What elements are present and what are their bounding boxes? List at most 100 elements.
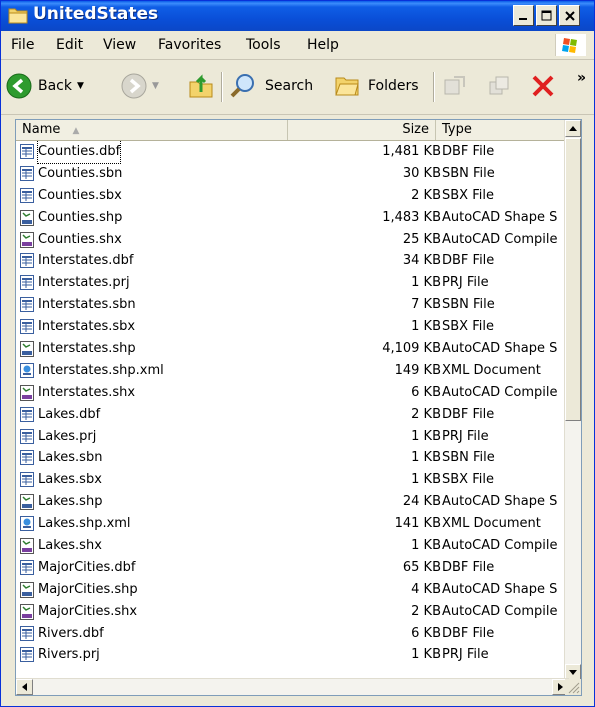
chevron-down-icon: ▼ [152,81,159,91]
file-row[interactable]: MajorCities.shp 4 KB AutoCAD Shape S [16,579,569,601]
file-row[interactable]: Interstates.prj 1 KB PRJ File [16,272,569,294]
file-size: 1 KB [411,428,441,444]
file-row[interactable]: MajorCities.shx 2 KB AutoCAD Compile [16,601,569,623]
menu-tools[interactable]: Tools [246,37,281,53]
sort-ascending-icon: ▲ [72,126,80,136]
file-type: SBN File [442,297,495,313]
file-type: PRJ File [442,275,489,291]
file-row[interactable]: Lakes.dbf 2 KB DBF File [16,404,569,426]
file-name: Lakes.sbn [38,450,103,466]
column-header-size[interactable]: Size [288,120,436,140]
file-size: 1 KB [411,319,441,335]
resize-grip-icon[interactable] [565,679,581,695]
vertical-scrollbar[interactable] [564,120,581,681]
maximize-button[interactable] [536,5,557,26]
file-type: SBX File [442,472,494,488]
file-row[interactable]: Lakes.shp.xml 141 KB XML Document [16,513,569,535]
toolbar-overflow-button[interactable]: » [577,70,586,86]
search-button[interactable]: Search [229,71,313,101]
forward-button[interactable]: ▼ [121,71,159,101]
chevron-down-icon: ▼ [77,81,84,91]
menu-view[interactable]: View [103,37,136,53]
file-row[interactable]: Lakes.shx 1 KB AutoCAD Compile [16,535,569,557]
file-name: Interstates.shp.xml [38,362,164,378]
scroll-up-button[interactable] [565,120,581,137]
horizontal-scrollbar[interactable] [16,678,569,695]
copy-to-button[interactable] [487,71,513,101]
file-row[interactable]: Lakes.sbx 1 KB SBX File [16,469,569,491]
delete-button[interactable] [530,71,556,101]
file-row[interactable]: Lakes.prj 1 KB PRJ File [16,426,569,448]
back-button[interactable]: Back ▼ [6,71,84,101]
file-row[interactable]: Counties.dbf 1,481 KB DBF File [16,141,569,164]
file-row[interactable]: Interstates.dbf 34 KB DBF File [16,250,569,272]
file-type: PRJ File [442,647,489,663]
file-row[interactable]: Counties.sbn 30 KB SBN File [16,163,569,185]
menu-bar: File Edit View Favorites Tools Help [1,31,594,60]
file-type: AutoCAD Shape S [442,581,558,597]
minimize-button[interactable] [513,5,534,26]
scrollbar-thumb[interactable] [565,138,581,421]
folders-button[interactable]: Folders [334,71,419,101]
file-row[interactable]: Rivers.dbf 6 KB DBF File [16,623,569,645]
file-row[interactable]: Lakes.shp 24 KB AutoCAD Shape S [16,491,569,513]
search-label: Search [265,78,314,94]
file-name: Interstates.shx [38,384,136,400]
close-button[interactable] [559,5,580,26]
file-name: Lakes.shp.xml [38,516,131,532]
file-row[interactable]: Interstates.sbx 1 KB SBX File [16,316,569,338]
file-row[interactable]: Counties.shx 25 KB AutoCAD Compile [16,229,569,251]
file-row[interactable]: Interstates.shp 4,109 KB AutoCAD Shape S [16,338,569,360]
file-name: Interstates.sbx [38,319,136,335]
file-name: Lakes.prj [38,428,97,444]
menu-help[interactable]: Help [307,37,339,53]
file-list-view[interactable]: Name ▲ Size Type Counties.dbf 1,481 KB DBF… [15,119,582,696]
column-type-label: Type [442,122,472,137]
file-type: AutoCAD Compile [442,384,558,400]
file-row[interactable]: Lakes.sbn 1 KB SBN File [16,447,569,469]
file-name: Interstates.prj [38,275,130,291]
up-folder-button[interactable] [187,71,215,101]
file-size: 6 KB [411,384,441,400]
file-size: 65 KB [402,559,441,575]
column-header: Name ▲ Size Type [16,120,569,141]
file-name: Counties.dbf [36,141,122,164]
file-size: 2 KB [411,187,441,203]
copy-to-icon [489,76,509,95]
file-type: AutoCAD Shape S [442,341,558,357]
move-to-button[interactable] [442,71,468,101]
file-row[interactable]: Counties.sbx 2 KB SBX File [16,185,569,207]
title-bar[interactable]: UnitedStates [1,1,594,31]
menu-edit[interactable]: Edit [56,37,83,53]
column-size-label: Size [402,122,429,137]
file-row[interactable]: Interstates.shx 6 KB AutoCAD Compile [16,382,569,404]
menu-file[interactable]: File [11,37,34,53]
column-header-name[interactable]: Name ▲ [16,120,288,140]
file-size: 2 KB [411,406,441,422]
file-name: Lakes.shx [38,538,102,554]
file-row[interactable]: Counties.shp 1,483 KB AutoCAD Shape S [16,207,569,229]
file-row[interactable]: Rivers.prj 1 KB PRJ File [16,644,569,666]
menu-favorites[interactable]: Favorites [158,37,221,53]
file-row[interactable]: Interstates.sbn 7 KB SBN File [16,294,569,316]
file-type: XML Document [442,516,541,532]
file-size: 1 KB [411,538,441,554]
file-type: DBF File [442,406,495,422]
toolbar-separator [221,72,223,102]
file-name: Interstates.sbn [38,297,136,313]
file-type: DBF File [442,144,495,159]
folders-label: Folders [368,78,419,94]
file-size: 25 KB [402,231,441,247]
scroll-left-button[interactable] [16,679,33,695]
toolbar: Back ▼ ▼ Search Folders » [1,60,594,115]
file-name: Lakes.sbx [38,472,102,488]
folders-icon [335,77,359,96]
table-file-icon [20,647,34,670]
folder-icon [8,6,28,28]
column-header-type[interactable]: Type [436,120,569,140]
file-name: Counties.sbx [38,187,122,203]
file-row[interactable]: Interstates.shp.xml 149 KB XML Document [16,360,569,382]
file-rows: Counties.dbf 1,481 KB DBF File Counties.sbn… [16,141,569,681]
file-row[interactable]: MajorCities.dbf 65 KB DBF File [16,557,569,579]
file-type: AutoCAD Compile [442,538,558,554]
